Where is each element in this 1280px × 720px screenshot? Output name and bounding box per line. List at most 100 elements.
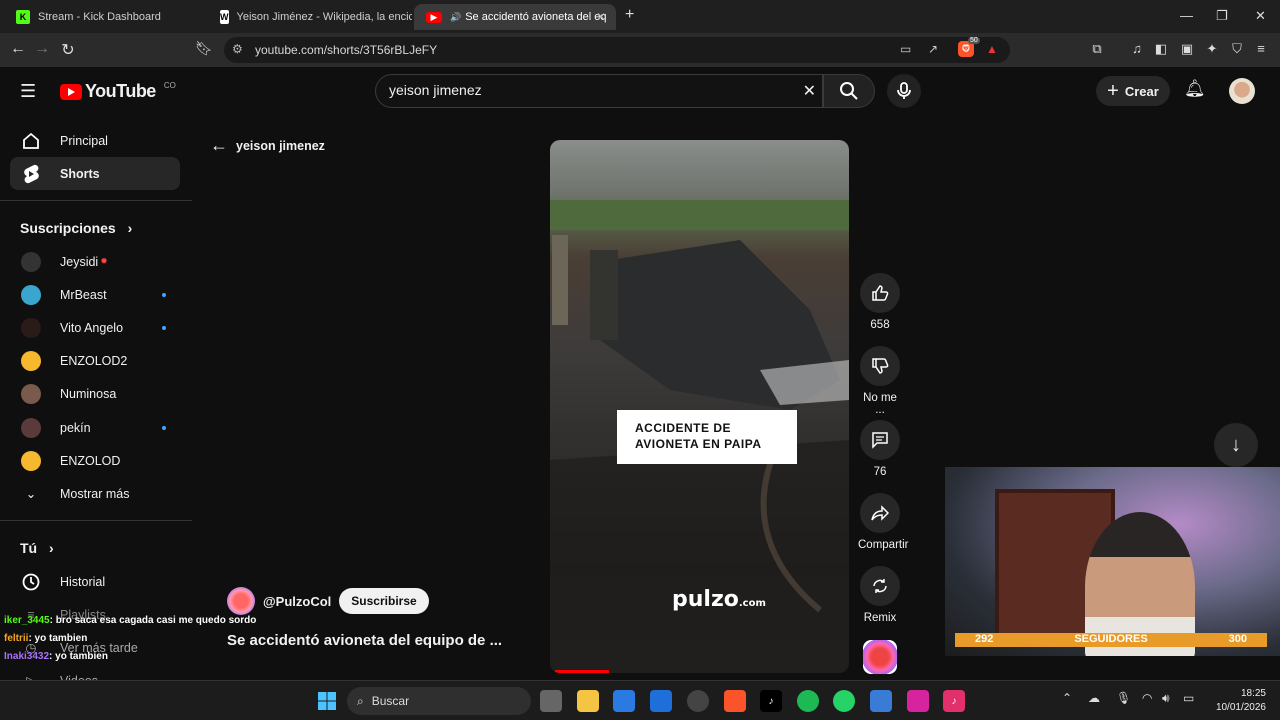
tab-wikipedia[interactable]: W Yeison Jiménez - Wikipedia, la encicl: [208, 4, 412, 30]
share-button[interactable]: Compartir: [858, 493, 908, 551]
windows-start-icon[interactable]: [316, 690, 338, 712]
wallet-icon[interactable]: ▣: [1178, 41, 1196, 57]
dislike-button[interactable]: No me ...: [858, 346, 902, 416]
account-avatar[interactable]: [1229, 78, 1255, 104]
create-button[interactable]: + Crear: [1096, 76, 1170, 106]
battery-icon[interactable]: ▭: [1183, 691, 1194, 705]
microsoft-store-icon[interactable]: [613, 690, 635, 712]
sidebar-item-principal[interactable]: Principal: [10, 124, 180, 157]
outlook-icon[interactable]: [650, 690, 672, 712]
media-icon[interactable]: ♫: [1128, 41, 1146, 56]
show-more-button[interactable]: ⌄ Mostrar más: [10, 477, 180, 510]
search-input[interactable]: [389, 82, 769, 98]
tab-kick-dashboard[interactable]: K Stream - Kick Dashboard: [4, 4, 204, 30]
search-box[interactable]: ✕: [375, 74, 823, 108]
vpn-icon[interactable]: ⛉: [1228, 41, 1246, 57]
back-to-results[interactable]: ← yeison jimenez: [210, 135, 325, 156]
close-tab-icon[interactable]: ✕: [596, 10, 606, 24]
comment-icon: [860, 420, 900, 460]
mic-tray-icon[interactable]: 🎙︎: [1116, 691, 1131, 705]
back-query-label: yeison jimenez: [236, 138, 325, 153]
audio-icon[interactable]: 🔊: [450, 12, 461, 23]
sidebar-sub-enzolod2[interactable]: ENZOLOD2: [10, 344, 180, 377]
menu-icon[interactable]: ≡: [1252, 41, 1270, 56]
screenshot-icon[interactable]: ⧉: [1088, 41, 1106, 57]
logo-text: YouTube: [85, 81, 156, 101]
chat-message: feltrii: yo tambien: [4, 630, 256, 648]
shields-count: 50: [968, 37, 980, 44]
youtube-logo[interactable]: YouTube CO: [60, 81, 176, 102]
bookmark-icon[interactable]: 🔖︎: [194, 40, 214, 57]
tab-youtube-short[interactable]: ▶ 🔊 Se accidentó avioneta del eq ✕: [414, 4, 616, 30]
back-icon[interactable]: ←: [8, 40, 28, 58]
restore-icon[interactable]: ❐: [1216, 8, 1228, 24]
dislike-icon: [860, 346, 900, 386]
brave-rewards-icon[interactable]: ▲: [986, 42, 998, 56]
whatsapp-icon[interactable]: [833, 690, 855, 712]
sidebar-sub-numinosa[interactable]: Numinosa: [10, 377, 180, 410]
sub-name: pekín: [60, 420, 91, 435]
sidebar-sub-mrbeast[interactable]: MrBeast: [10, 278, 180, 311]
channel-handle[interactable]: @PulzoCol: [263, 594, 331, 609]
site-info-icon[interactable]: ⚙︎: [232, 42, 243, 56]
comments-button[interactable]: 76: [858, 420, 902, 478]
brave-browser-icon[interactable]: [724, 690, 746, 712]
tab-title: Se accidentó avioneta del eq: [465, 11, 607, 23]
search-button[interactable]: [823, 74, 875, 108]
video-progress-bar[interactable]: [555, 670, 609, 673]
clear-search-icon[interactable]: ✕: [803, 81, 816, 101]
sidebar-sub-enzolod[interactable]: ENZOLOD: [10, 444, 180, 477]
sidebar-item-shorts[interactable]: Shorts: [10, 157, 180, 190]
new-tab-icon[interactable]: +: [625, 6, 634, 24]
sidebar-toggle-icon[interactable]: ◧: [1152, 41, 1170, 57]
short-video-player[interactable]: ACCIDENTE DE AVIONETA EN PAIPA pulzo.com: [550, 140, 849, 673]
remix-button[interactable]: Remix: [858, 566, 902, 624]
tiktok-icon[interactable]: ♪: [760, 690, 782, 712]
subscriptions-header[interactable]: Suscripciones ›: [20, 220, 132, 236]
pulzo-watermark: pulzo.com: [672, 587, 766, 612]
minimize-icon[interactable]: —: [1180, 8, 1193, 23]
file-explorer-icon[interactable]: [577, 690, 599, 712]
tiktok-studio-icon[interactable]: ♪: [943, 690, 965, 712]
chat-text: : yo tambien: [49, 651, 108, 662]
sidebar-sub-vito-angelo[interactable]: Vito Angelo: [10, 311, 180, 344]
subscribe-button[interactable]: Suscribirse: [339, 588, 429, 614]
tray-chevron-up-icon[interactable]: ⌃: [1062, 691, 1072, 705]
like-button[interactable]: 658: [858, 273, 902, 331]
hamburger-menu-icon[interactable]: ☰: [20, 81, 36, 102]
cloud-icon[interactable]: ☁︎: [1088, 691, 1100, 705]
reload-icon[interactable]: ↻: [58, 40, 78, 60]
sidebar-sub-jeysidi[interactable]: Jeysidi ✹: [10, 245, 180, 278]
photos-icon[interactable]: [870, 690, 892, 712]
remix-label: Remix: [863, 612, 897, 624]
system-clock[interactable]: 18:25 10/01/2026: [1210, 687, 1266, 715]
close-window-icon[interactable]: ✕: [1255, 8, 1266, 24]
divider: [0, 200, 192, 201]
taskbar-search[interactable]: ⌕ Buscar: [347, 687, 531, 715]
wifi-icon[interactable]: ◠: [1142, 691, 1152, 705]
next-video-button[interactable]: ↓: [1214, 423, 1258, 467]
forward-icon[interactable]: →: [32, 40, 52, 58]
cast-icon[interactable]: ▭: [900, 42, 911, 56]
task-view-icon[interactable]: [540, 690, 562, 712]
spotify-icon[interactable]: [797, 690, 819, 712]
you-header[interactable]: Tú ›: [20, 540, 54, 556]
sound-thumbnail[interactable]: [863, 640, 897, 674]
arrow-down-icon: ↓: [1231, 433, 1241, 456]
sidebar-sub-pekin[interactable]: pekín: [10, 411, 180, 444]
share-page-icon[interactable]: ↗: [928, 42, 938, 56]
voice-search-button[interactable]: [887, 74, 921, 108]
notifications-bell-icon[interactable]: 🔔︎: [1184, 79, 1206, 99]
instagram-icon[interactable]: [907, 690, 929, 712]
youtube-play-icon: [60, 83, 82, 100]
leo-ai-icon[interactable]: ✦: [1203, 41, 1221, 57]
url-text: youtube.com/shorts/3T56rBLJeFY: [255, 43, 438, 57]
sidebar-item-history[interactable]: Historial: [10, 565, 180, 598]
volume-icon[interactable]: 🔊︎: [1162, 691, 1170, 706]
channel-avatar[interactable]: [227, 587, 255, 615]
sub-name: Jeysidi: [60, 254, 99, 269]
url-field[interactable]: ⚙︎ youtube.com/shorts/3T56rBLJeFY ▭ ↗ 🦁︎…: [224, 37, 1010, 63]
you-label: Tú: [20, 540, 38, 556]
obs-icon[interactable]: [687, 690, 709, 712]
video-title[interactable]: Se accidentó avioneta del equipo de ...: [227, 632, 502, 649]
